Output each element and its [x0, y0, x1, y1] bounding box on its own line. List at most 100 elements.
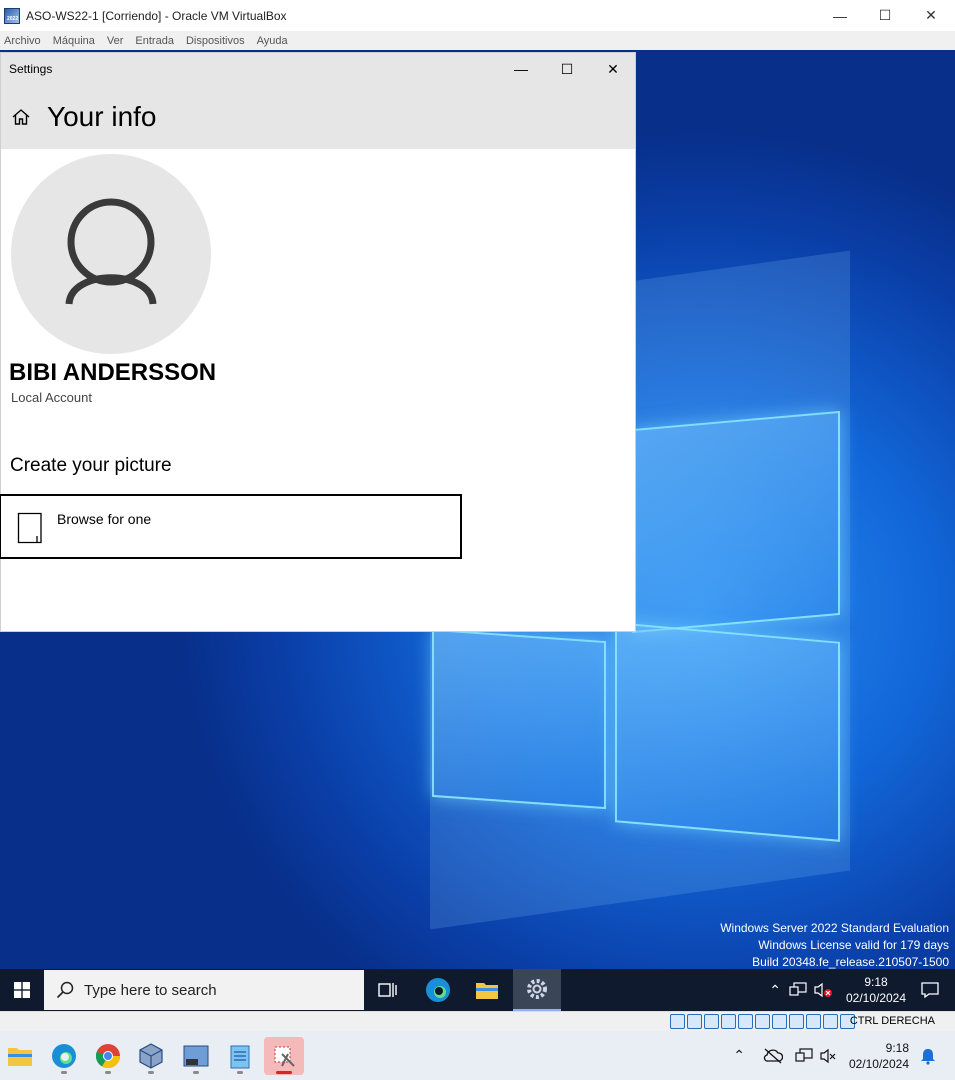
usb-icon[interactable] [738, 1014, 753, 1029]
search-placeholder: Type here to search [84, 981, 217, 999]
host-file-explorer[interactable] [0, 1037, 40, 1075]
account-type: Local Account [11, 390, 92, 405]
menu-archivo[interactable]: Archivo [0, 35, 45, 47]
guest-date: 02/10/2024 [845, 991, 907, 1005]
vbox-statusbar: CTRL DERECHA [0, 1011, 955, 1031]
maximize-button[interactable]: ☐ [862, 0, 908, 31]
host-taskbar: ⌃ 9:18 02/10/2024 [0, 1031, 955, 1080]
taskbar-settings[interactable] [513, 969, 561, 1011]
create-picture-heading: Create your picture [10, 455, 172, 476]
watermark-license: Windows License valid for 179 days [758, 938, 949, 952]
close-button[interactable]: ✕ [908, 0, 954, 31]
running-indicator [148, 1071, 154, 1074]
settings-window: Settings — ☐ ✕ Your info BIBI ANDERSSON … [0, 52, 636, 632]
host-virtualbox[interactable] [131, 1037, 171, 1075]
running-indicator [61, 1071, 67, 1074]
guest-desktop: Settings — ☐ ✕ Your info BIBI ANDERSSON … [0, 50, 955, 1011]
browse-for-one-button[interactable]: Browse for one [0, 494, 462, 559]
guest-taskbar: Type here to search ⌃ 9:18 02/10/2024 [0, 969, 955, 1011]
gear-icon [527, 979, 547, 999]
running-indicator [105, 1071, 111, 1074]
host-server-manager[interactable] [176, 1037, 216, 1075]
network-icon[interactable] [795, 1047, 813, 1064]
volume-muted-icon[interactable] [813, 982, 833, 998]
host-edge[interactable] [44, 1037, 84, 1075]
wallpaper-pane [432, 628, 606, 810]
chevron-up-icon[interactable]: ⌃ [769, 982, 781, 999]
vbox-menubar: Archivo Máquina Ver Entrada Dispositivos… [0, 31, 955, 50]
minimize-button[interactable]: — [817, 0, 863, 31]
start-button[interactable] [0, 969, 44, 1011]
menu-dispositivos[interactable]: Dispositivos [182, 35, 249, 47]
taskbar-search-box[interactable]: Type here to search [44, 970, 364, 1010]
hard-disk-icon[interactable] [670, 1014, 685, 1029]
chevron-up-icon[interactable]: ⌃ [733, 1047, 745, 1064]
virtualbox-icon [139, 1043, 163, 1069]
settings-header: Your info [1, 85, 635, 149]
virtualization-icon[interactable] [806, 1014, 821, 1029]
snipping-tool-icon [274, 1046, 295, 1067]
vbox-window-title: ASO-WS22-1 [Corriendo] - Oracle VM Virtu… [26, 8, 287, 23]
bell-icon[interactable] [919, 1047, 937, 1065]
optical-drive-icon[interactable] [687, 1014, 702, 1029]
settings-minimize-button[interactable]: — [498, 53, 544, 85]
guest-clock[interactable]: 9:18 02/10/2024 [841, 974, 911, 1006]
settings-maximize-button[interactable]: ☐ [544, 53, 590, 85]
notepad-icon [230, 1045, 250, 1069]
watermark-edition: Windows Server 2022 Standard Evaluation [720, 921, 949, 935]
folder-icon [476, 983, 498, 999]
file-icon [17, 512, 42, 544]
settings-titlebar: Settings — ☐ ✕ [1, 53, 635, 85]
host-snipping-tool[interactable] [264, 1037, 304, 1075]
virtualbox-icon: 2022 [4, 7, 20, 24]
host-date: 02/10/2024 [848, 1056, 909, 1071]
running-indicator [237, 1071, 243, 1074]
running-indicator [276, 1071, 292, 1074]
settings-close-button[interactable]: ✕ [590, 53, 636, 85]
vbox-titlebar: 2022 ASO-WS22-1 [Corriendo] - Oracle VM … [0, 0, 955, 31]
taskbar-edge[interactable] [414, 969, 462, 1011]
guest-time: 9:18 [864, 975, 888, 989]
network-icon[interactable] [789, 982, 807, 998]
volume-muted-icon[interactable] [819, 1048, 837, 1064]
windows-watermark: Windows Server 2022 Standard Evaluation … [720, 920, 949, 971]
shared-folders-icon[interactable] [755, 1014, 770, 1029]
windows-logo-icon [14, 982, 30, 998]
user-name: BIBI ANDERSSON [9, 359, 217, 386]
guest-system-tray: ⌃ 9:18 02/10/2024 [769, 969, 955, 1011]
chrome-icon [95, 1044, 120, 1069]
edge-icon [426, 978, 450, 1002]
server-2019-icon [183, 1045, 209, 1067]
recording-icon[interactable] [789, 1014, 804, 1029]
cloud-offline-icon[interactable] [763, 1048, 783, 1064]
task-view-icon [378, 983, 397, 997]
user-icon [65, 198, 157, 305]
host-clock[interactable]: 9:18 02/10/2024 [849, 1040, 909, 1072]
host-key-label: CTRL DERECHA [849, 1015, 935, 1027]
host-notepad[interactable] [220, 1037, 260, 1075]
audio-icon[interactable] [704, 1014, 719, 1029]
network-adapter-icon[interactable] [721, 1014, 736, 1029]
notification-icon[interactable] [921, 981, 939, 999]
menu-maquina[interactable]: Máquina [49, 35, 99, 47]
menu-entrada[interactable]: Entrada [131, 35, 178, 47]
host-chrome[interactable] [88, 1037, 128, 1075]
mouse-integration-icon[interactable] [823, 1014, 838, 1029]
host-system-tray: ⌃ 9:18 02/10/2024 [733, 1031, 955, 1080]
task-view-button[interactable] [364, 969, 412, 1011]
home-icon[interactable] [11, 107, 31, 127]
search-icon [56, 981, 74, 999]
host-time: 9:18 [885, 1040, 909, 1055]
settings-window-title: Settings [9, 62, 53, 76]
menu-ayuda[interactable]: Ayuda [253, 35, 292, 47]
avatar [11, 154, 211, 354]
page-title: Your info [47, 101, 157, 132]
folder-icon [8, 1048, 32, 1066]
running-indicator [193, 1071, 199, 1074]
edge-icon [52, 1044, 76, 1068]
wallpaper-pane [615, 622, 840, 842]
menu-ver[interactable]: Ver [103, 35, 128, 47]
taskbar-file-explorer[interactable] [463, 969, 511, 1011]
display-icon[interactable] [772, 1014, 787, 1029]
vbox-status-icons [670, 1014, 855, 1029]
